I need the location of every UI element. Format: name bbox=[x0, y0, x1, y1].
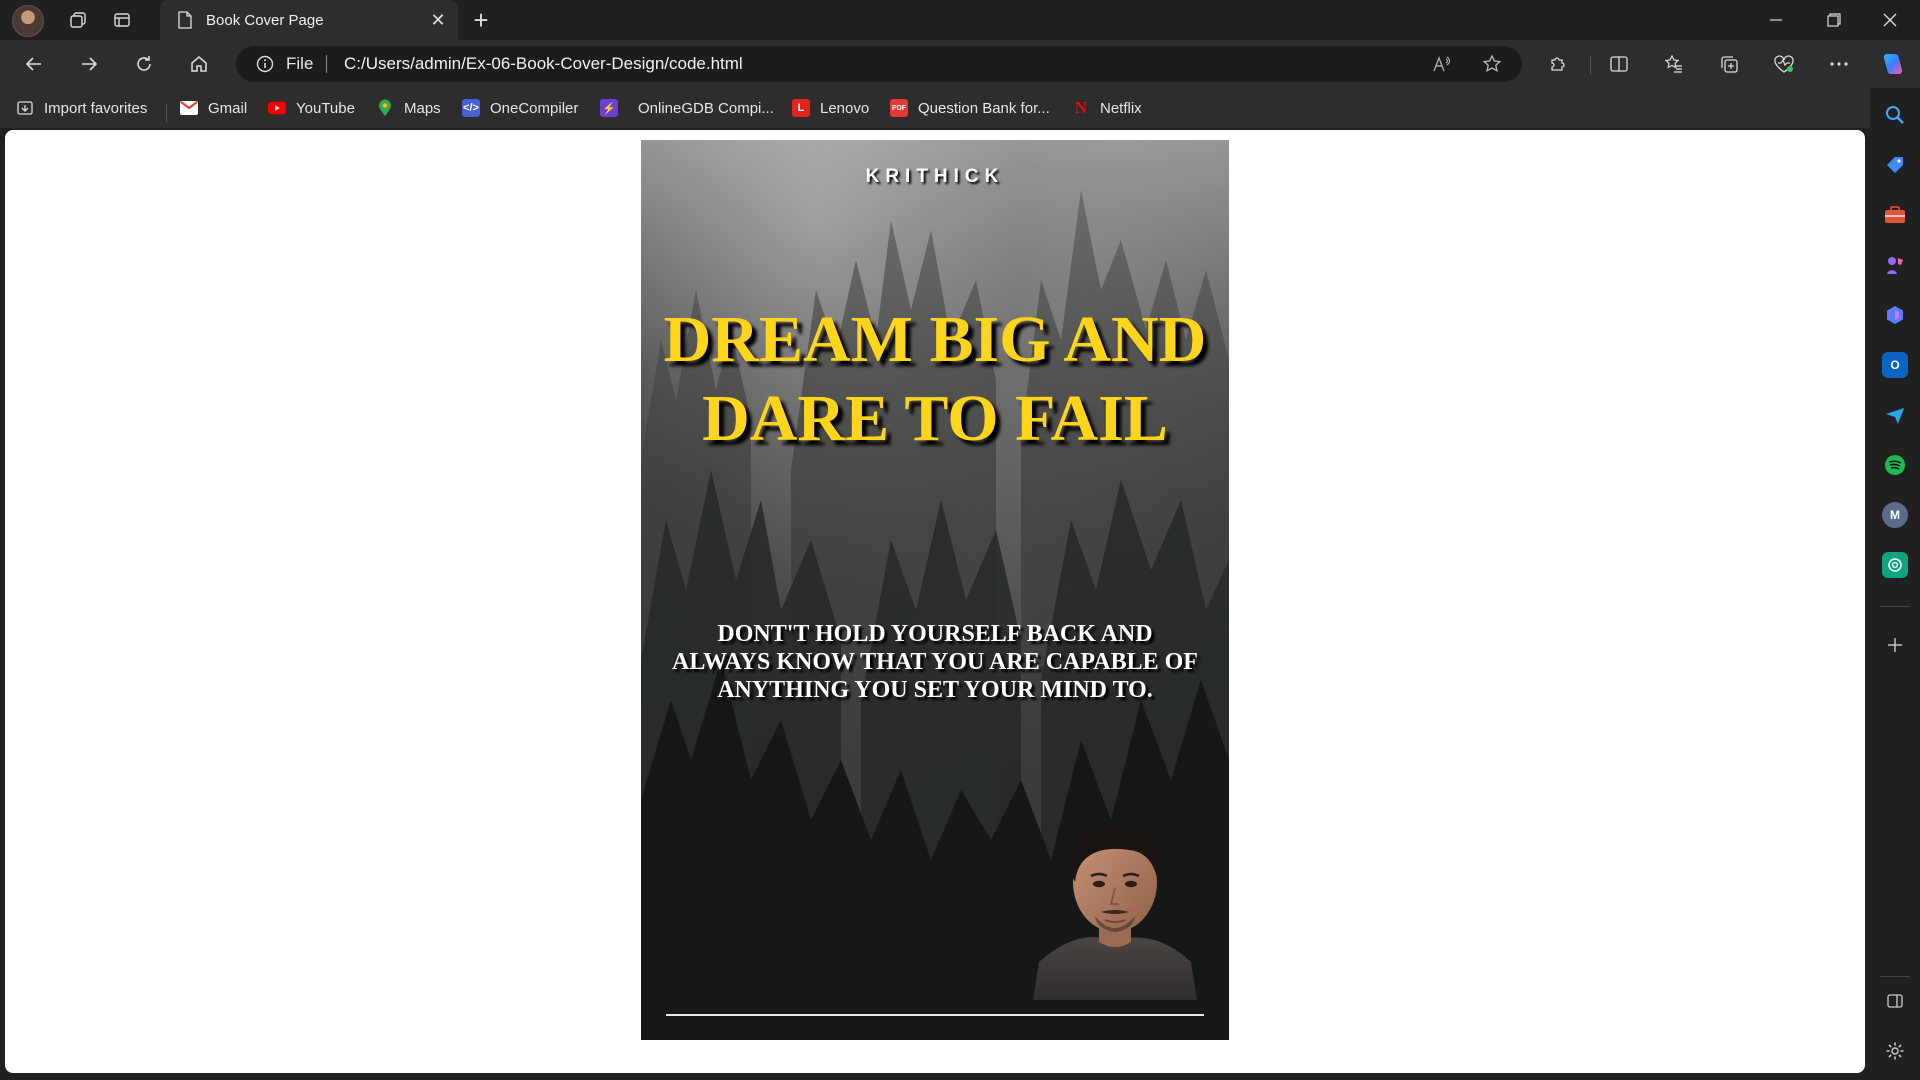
book-title: DREAM BIG AND DARE TO FAIL bbox=[663, 303, 1207, 455]
split-screen-icon[interactable] bbox=[1601, 48, 1637, 80]
youtube-icon bbox=[268, 99, 286, 117]
favorite-netflix[interactable]: N Netflix bbox=[1072, 96, 1142, 120]
pdf-icon: PDF bbox=[890, 99, 908, 117]
favorite-label: Netflix bbox=[1100, 99, 1142, 117]
onecompiler-icon: </> bbox=[462, 99, 480, 117]
m-app-icon[interactable]: M bbox=[1882, 502, 1908, 528]
author-portrait bbox=[1033, 820, 1197, 1000]
favorite-onlinegdb[interactable]: ⚡ OnlineGDB Compi... bbox=[600, 96, 774, 120]
close-window-icon[interactable] bbox=[1862, 0, 1918, 40]
toolbar-divider bbox=[1590, 56, 1591, 74]
author-name: KRITHICK bbox=[865, 166, 1005, 187]
add-sidebar-app-icon[interactable] bbox=[1882, 632, 1908, 658]
address-divider bbox=[326, 55, 327, 73]
cover-bottom-rule bbox=[666, 1014, 1204, 1016]
forward-icon[interactable] bbox=[71, 48, 107, 80]
page-icon bbox=[176, 11, 194, 29]
favorite-star-icon[interactable] bbox=[1478, 52, 1506, 76]
book-cover: KRITHICK DREAM BIG AND DARE TO FAIL DONT… bbox=[641, 140, 1229, 1040]
search-icon[interactable] bbox=[1882, 102, 1908, 128]
outlook-icon[interactable]: O bbox=[1882, 352, 1908, 378]
workspaces-icon[interactable] bbox=[62, 6, 94, 34]
favorite-onecompiler[interactable]: </> OneCompiler bbox=[462, 96, 578, 120]
favorites-icon[interactable] bbox=[1656, 48, 1692, 80]
favorite-label: YouTube bbox=[296, 99, 355, 117]
favorite-label: Maps bbox=[404, 99, 441, 117]
chatgpt-icon[interactable] bbox=[1882, 552, 1908, 578]
netflix-icon: N bbox=[1074, 98, 1088, 117]
favorite-label: OnlineGDB Compi... bbox=[638, 99, 774, 117]
favorite-lenovo[interactable]: L Lenovo bbox=[792, 96, 869, 120]
sidebar-divider bbox=[1880, 606, 1910, 607]
favorite-label: OneCompiler bbox=[490, 99, 579, 117]
collections-icon[interactable] bbox=[1711, 48, 1747, 80]
browser-essentials-icon[interactable] bbox=[1766, 48, 1802, 80]
site-info-icon[interactable] bbox=[256, 55, 274, 78]
refresh-icon[interactable] bbox=[126, 48, 162, 80]
more-options-icon[interactable] bbox=[1821, 48, 1857, 80]
maps-pin-icon bbox=[376, 99, 394, 117]
favorite-gmail[interactable]: Gmail bbox=[180, 96, 247, 120]
title-bar: Book Cover Page ✕ + bbox=[0, 0, 1920, 40]
address-url[interactable]: C:/Users/admin/Ex-06-Book-Cover-Design/c… bbox=[344, 54, 743, 74]
tools-briefcase-icon[interactable] bbox=[1882, 202, 1908, 228]
games-icon[interactable] bbox=[1882, 252, 1908, 278]
profile-avatar[interactable] bbox=[12, 5, 44, 37]
favorite-question-bank[interactable]: PDF Question Bank for... bbox=[890, 96, 1050, 120]
import-icon bbox=[16, 99, 34, 117]
favorite-youtube[interactable]: YouTube bbox=[268, 96, 355, 120]
vertical-tabs-icon[interactable] bbox=[106, 6, 138, 34]
read-aloud-icon[interactable] bbox=[1428, 52, 1456, 76]
hide-sidebar-icon[interactable] bbox=[1882, 988, 1908, 1014]
edge-sidebar: O M bbox=[1870, 88, 1920, 1080]
spotify-icon[interactable] bbox=[1882, 452, 1908, 478]
microsoft-365-icon[interactable] bbox=[1882, 302, 1908, 328]
favorite-label: Lenovo bbox=[820, 99, 870, 117]
minimize-icon[interactable] bbox=[1748, 0, 1804, 40]
favorites-divider bbox=[166, 104, 167, 122]
sidebar-divider bbox=[1880, 976, 1910, 977]
navigation-toolbar: File C:/Users/admin/Ex-06-Book-Cover-Des… bbox=[0, 40, 1920, 88]
restore-icon[interactable] bbox=[1806, 0, 1862, 40]
favorites-bar: Import favorites Gmail YouTube Maps </> … bbox=[0, 88, 1878, 128]
favorite-label: Import favorites bbox=[44, 99, 148, 117]
settings-gear-icon[interactable] bbox=[1882, 1038, 1908, 1064]
home-icon[interactable] bbox=[181, 48, 217, 80]
favorite-label: Question Bank for... bbox=[918, 99, 1050, 117]
extensions-icon[interactable] bbox=[1540, 48, 1576, 80]
copilot-icon[interactable] bbox=[1874, 48, 1910, 80]
drop-send-icon[interactable] bbox=[1882, 402, 1908, 428]
new-tab-icon[interactable]: + bbox=[466, 5, 496, 35]
back-icon[interactable] bbox=[16, 48, 52, 80]
page-viewport: KRITHICK DREAM BIG AND DARE TO FAIL DONT… bbox=[5, 130, 1865, 1073]
gmail-icon bbox=[180, 99, 198, 117]
favorite-label: Gmail bbox=[208, 99, 248, 117]
favorite-maps[interactable]: Maps bbox=[376, 96, 441, 120]
address-scheme-label[interactable]: File bbox=[286, 54, 313, 74]
shopping-tag-icon[interactable] bbox=[1882, 152, 1908, 178]
close-tab-icon[interactable]: ✕ bbox=[424, 6, 452, 34]
favorite-import-favorites[interactable]: Import favorites bbox=[16, 96, 147, 120]
book-tagline: DONT'T HOLD YOURSELF BACK AND ALWAYS KNO… bbox=[672, 621, 1198, 703]
tab-title: Book Cover Page bbox=[206, 11, 324, 29]
tab-book-cover-page[interactable]: Book Cover Page ✕ bbox=[160, 0, 458, 40]
lenovo-icon: L bbox=[792, 99, 810, 117]
onlinegdb-icon: ⚡ bbox=[600, 99, 618, 117]
address-bar[interactable]: File C:/Users/admin/Ex-06-Book-Cover-Des… bbox=[236, 46, 1522, 82]
window-bottom-edge bbox=[0, 1073, 1870, 1080]
